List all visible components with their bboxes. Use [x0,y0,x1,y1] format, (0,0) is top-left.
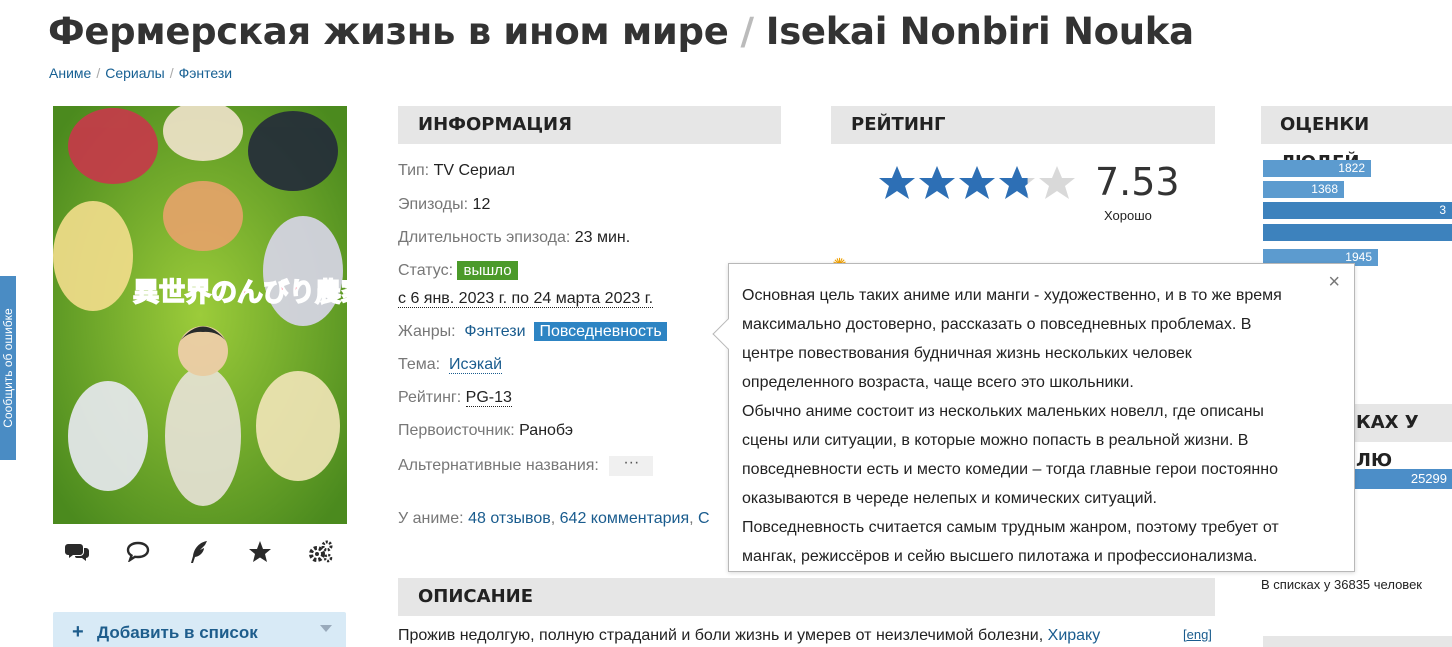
source-value: Ранобэ [519,422,574,439]
theme-label: Тема: [398,356,441,373]
alt-names-label: Альтернативные названия: [398,457,599,475]
tooltip-line: Повседневность считается самым трудным ж… [742,519,1279,536]
source-label: Первоисточник: [398,422,515,439]
alt-names-expand-button[interactable]: ··· [609,455,654,476]
people-ratings-heading: ОЦЕНКИ ЛЮДЕЙ [1261,106,1452,173]
stats-more-link[interactable]: С [698,510,710,527]
info-theme: Тема: Исэкай [398,356,503,374]
info-status: Статус: вышло [398,261,518,280]
page-title: Фермерская жизнь в ином мире / Isekai Nonb… [48,10,1194,53]
duration-label: Длительность эпизода: [398,229,571,246]
add-to-list-button[interactable]: + Добавить в список [53,612,346,647]
poster-logo: 異世界のんびり農家 [133,277,347,308]
tooltip-line: сцены или ситуации, в которые можно попа… [742,432,1249,449]
breadcrumb-sep: / [96,65,101,81]
title-russian: Фермерская жизнь в ином мире [48,10,729,53]
breadcrumb: Аниме / Сериалы / Фэнтези [49,65,232,81]
episodes-value: 12 [472,196,491,213]
breadcrumb-fantasy[interactable]: Фэнтези [179,65,233,81]
lists-heading: КАХ У ЛЮ [1348,404,1452,471]
theme-isekai-link[interactable]: Исэкай [449,356,503,374]
info-duration: Длительность эпизода: 23 мин. [398,229,630,247]
info-alt-names: Альтернативные названия: ··· [398,455,654,476]
info-genres: Жанры: Фэнтези Повседневность [398,322,667,341]
rating-word: Хорошо [1104,208,1152,223]
comments-icon[interactable] [64,540,90,566]
people-bar-3: 3 [1263,202,1452,219]
genre-slice-of-life-link[interactable]: Повседневность [534,322,667,341]
info-episodes: Эпизоды: 12 [398,196,490,214]
info-heading: ИНФОРМАЦИЯ [398,106,781,144]
star-icon [879,166,915,199]
people-bar-4 [1263,224,1452,241]
next-block-heading [1263,636,1452,647]
star-icon [1039,166,1075,199]
rating-pg13-link[interactable]: PG-13 [465,389,512,407]
people-bar-1: 1822 [1263,160,1371,177]
tooltip-line: центре повествования будничная жизнь нес… [742,345,1192,362]
reviews-link[interactable]: 48 отзывов [468,510,551,527]
people-bar-2: 1368 [1263,181,1344,198]
add-to-list-label: Добавить в список [97,623,258,642]
tooltip-line: Основная цель таких аниме или манги - ху… [742,287,1282,304]
eng-link[interactable]: [eng] [1183,627,1212,642]
comment-icon[interactable] [125,540,151,566]
info-source: Первоисточник: Ранобэ [398,422,573,440]
episodes-label: Эпизоды: [398,196,469,213]
tooltip-line: определенного возраста, чаще всего это ш… [742,374,1134,391]
rating-stars [879,166,1075,199]
feather-icon[interactable] [186,540,212,566]
info-type: Тип: TV Сериал [398,162,515,180]
description-heading: ОПИСАНИЕ [398,578,1215,616]
info-rating: Рейтинг: PG-13 [398,389,512,407]
info-stats: У аниме: 48 отзывов, 642 комментария, С [398,510,710,527]
plus-icon: + [72,621,84,643]
rating-score: 7.53 [1095,160,1180,204]
tooltip-line: Обычно аниме состоит из нескольких мален… [742,403,1264,420]
duration-value: 23 мин. [574,229,631,246]
breadcrumb-series[interactable]: Сериалы [105,65,165,81]
character-hiraku-link[interactable]: Хираку [1048,627,1101,644]
type-label: Тип: [398,162,430,179]
genres-label: Жанры: [398,323,456,340]
breadcrumb-anime[interactable]: Аниме [49,65,91,81]
lists-caption: В списках у 36835 человек [1261,577,1422,592]
report-error-tab[interactable]: Сообщить об ошибке [0,276,16,460]
star-icon [999,166,1028,199]
status-label: Статус: [398,262,454,279]
tooltip-line: повседневности есть и место комедии – то… [742,461,1278,478]
anime-poster[interactable]: 異世界のんびり農家 [53,106,347,524]
title-english: Isekai Nonbiri Nouka [765,10,1194,53]
title-separator: / [740,10,755,53]
chevron-down-icon[interactable] [320,625,332,632]
poster-image: 異世界のんびり農家 [53,106,347,524]
rating-label: Рейтинг: [398,389,462,406]
tooltip-line: оказываются в череде нелепых и комически… [742,490,1157,507]
type-value: TV Сериал [433,162,515,179]
description-body: Прожив недолгую, полную страданий и боли… [398,627,1044,644]
tooltip-line: максимально достоверно, рассказать о пов… [742,316,1252,333]
poster-actions [53,540,347,570]
genre-tooltip: × Основная цель таких аниме или манги - … [712,263,1355,572]
star-icon [919,166,955,199]
stats-label: У аниме: [398,510,464,527]
tooltip-line: мангак, режиссёров и сейю высшего пилота… [742,548,1258,565]
star-icon[interactable] [247,540,273,566]
info-dates: с 6 янв. 2023 г. по 24 марта 2023 г. [398,290,654,308]
report-error-label: Сообщить об ошибке [1,308,15,428]
rating-heading: РЕЙТИНГ [831,106,1215,144]
tooltip-arrow [712,318,744,350]
genre-fantasy-link[interactable]: Фэнтези [464,323,525,340]
description-text: Прожив недолгую, полную страданий и боли… [398,627,1100,645]
dates-link[interactable]: с 6 янв. 2023 г. по 24 марта 2023 г. [398,290,654,308]
tooltip-text: Основная цель таких аниме или манги - ху… [742,281,1332,571]
star-icon [959,166,995,199]
breadcrumb-sep: / [169,65,174,81]
comments-link[interactable]: 642 комментария [560,510,690,527]
gears-icon[interactable] [308,540,334,566]
status-badge: вышло [457,261,518,280]
